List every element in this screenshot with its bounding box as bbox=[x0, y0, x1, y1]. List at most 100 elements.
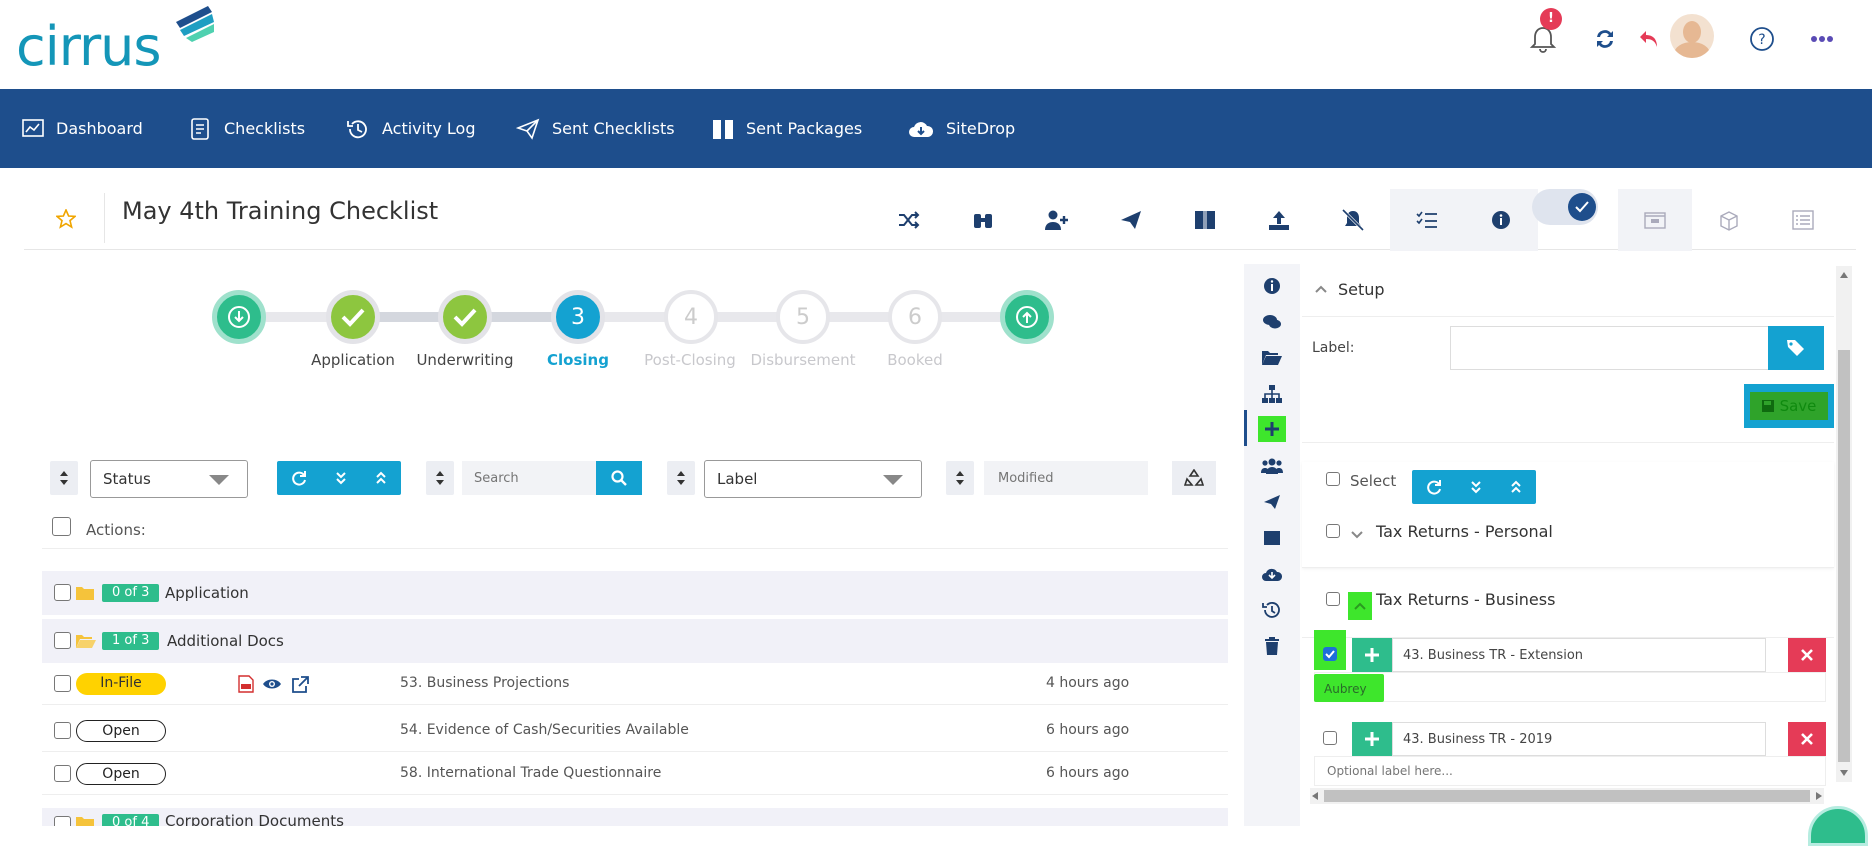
chevron-up-icon[interactable] bbox=[1314, 284, 1328, 294]
avatar[interactable] bbox=[1670, 14, 1714, 58]
folder-row-corporation-documents[interactable]: 0 of 4 Corporation Documents bbox=[42, 808, 1228, 826]
add-icon[interactable] bbox=[1258, 416, 1286, 442]
step-disbursement[interactable]: 5 bbox=[776, 290, 830, 344]
label-input[interactable] bbox=[1450, 326, 1770, 370]
step-end[interactable] bbox=[1000, 290, 1054, 344]
sort-modified-icon[interactable] bbox=[946, 461, 974, 495]
step-post-closing[interactable]: 4 bbox=[664, 290, 718, 344]
step-application[interactable] bbox=[326, 290, 380, 344]
modified-input[interactable] bbox=[984, 461, 1148, 495]
scroll-up-icon[interactable] bbox=[1840, 272, 1848, 278]
group-checkbox[interactable] bbox=[1326, 592, 1340, 606]
recycle-button[interactable] bbox=[1172, 461, 1216, 495]
toggle-switch[interactable] bbox=[1532, 189, 1598, 225]
binoculars-icon[interactable] bbox=[946, 189, 1020, 251]
file-row[interactable]: In-File 53. Business Projections 4 hours… bbox=[42, 663, 1228, 705]
info-icon[interactable] bbox=[1260, 274, 1284, 298]
info-icon[interactable] bbox=[1464, 189, 1538, 251]
add-label-button[interactable] bbox=[1352, 722, 1392, 756]
item-checkbox[interactable] bbox=[1323, 731, 1337, 745]
item-checkbox[interactable] bbox=[1323, 647, 1337, 661]
send-icon[interactable] bbox=[1094, 189, 1168, 251]
sort-status-icon[interactable] bbox=[50, 461, 78, 495]
collapse-all-icon[interactable] bbox=[1510, 480, 1522, 494]
expand-all-icon[interactable] bbox=[1470, 480, 1482, 494]
chevron-up-icon[interactable] bbox=[1348, 592, 1372, 620]
nav-sent-packages[interactable]: Sent Packages bbox=[712, 89, 862, 168]
status-badge[interactable]: In-File bbox=[76, 673, 166, 695]
file-name[interactable]: 54. Evidence of Cash/Securities Availabl… bbox=[400, 722, 689, 738]
scroll-right-icon[interactable] bbox=[1816, 792, 1822, 800]
vertical-scrollbar[interactable] bbox=[1836, 266, 1852, 782]
undo-icon[interactable] bbox=[1630, 20, 1668, 58]
file-row[interactable]: Open 58. International Trade Questionnai… bbox=[42, 753, 1228, 795]
nav-sent-checklists[interactable]: Sent Checklists bbox=[516, 89, 675, 168]
sitemap-icon[interactable] bbox=[1260, 382, 1284, 406]
file-checkbox[interactable] bbox=[54, 765, 71, 782]
chevron-down-icon[interactable] bbox=[1350, 530, 1364, 540]
group-checkbox[interactable] bbox=[1326, 524, 1340, 538]
file-name[interactable]: 53. Business Projections bbox=[400, 675, 569, 691]
status-select[interactable]: Status bbox=[90, 460, 248, 498]
comments-icon[interactable] bbox=[1260, 310, 1284, 334]
add-user-icon[interactable] bbox=[1020, 189, 1094, 251]
folder-checkbox[interactable] bbox=[54, 816, 71, 826]
status-badge[interactable]: Open bbox=[76, 763, 166, 785]
remove-button[interactable] bbox=[1788, 638, 1826, 672]
status-badge[interactable]: Open bbox=[76, 720, 166, 742]
save-button[interactable]: Save bbox=[1744, 384, 1834, 428]
favorite-star-icon[interactable] bbox=[56, 209, 76, 229]
select-all-checkbox[interactable] bbox=[52, 517, 71, 536]
nav-checklists[interactable]: Checklists bbox=[190, 89, 305, 168]
users-icon[interactable] bbox=[1260, 454, 1284, 478]
pdf-icon[interactable] bbox=[238, 675, 254, 693]
nav-sitedrop[interactable]: SiteDrop bbox=[908, 89, 1015, 168]
select-all-checkbox[interactable] bbox=[1326, 472, 1340, 486]
scroll-left-icon[interactable] bbox=[1312, 792, 1318, 800]
item-label-value[interactable]: Aubrey bbox=[1314, 674, 1384, 702]
optional-label-input[interactable] bbox=[1314, 756, 1826, 786]
label-select[interactable]: Label bbox=[704, 460, 922, 498]
alert-badge[interactable]: ! bbox=[1540, 8, 1562, 30]
tasks-icon[interactable] bbox=[1390, 189, 1464, 251]
sort-search-icon[interactable] bbox=[426, 461, 454, 495]
expand-all-icon[interactable] bbox=[335, 471, 347, 485]
folder-icon[interactable] bbox=[1618, 189, 1692, 251]
step-underwriting[interactable] bbox=[438, 290, 492, 344]
box-icon[interactable] bbox=[1168, 189, 1242, 251]
more-icon[interactable] bbox=[1803, 20, 1841, 58]
collapse-all-icon[interactable] bbox=[375, 471, 387, 485]
file-checkbox[interactable] bbox=[54, 722, 71, 739]
trash-icon[interactable] bbox=[1260, 634, 1284, 658]
nav-activity-log[interactable]: Activity Log bbox=[346, 89, 476, 168]
package-open-icon[interactable] bbox=[1692, 189, 1766, 251]
box-icon[interactable] bbox=[1260, 526, 1284, 550]
logo[interactable]: cirrus bbox=[16, 20, 162, 74]
nav-dashboard[interactable]: Dashboard bbox=[22, 89, 143, 168]
scroll-down-icon[interactable] bbox=[1840, 770, 1848, 776]
folder-checkbox[interactable] bbox=[54, 632, 71, 649]
tag-button[interactable] bbox=[1768, 326, 1824, 370]
folder-checkbox[interactable] bbox=[54, 584, 71, 601]
list-icon[interactable] bbox=[1766, 189, 1840, 251]
scrollbar-thumb[interactable] bbox=[1838, 350, 1850, 762]
refresh-icon[interactable] bbox=[1426, 479, 1442, 495]
eye-icon[interactable] bbox=[262, 678, 282, 690]
step-start[interactable] bbox=[212, 290, 266, 344]
external-link-icon[interactable] bbox=[291, 676, 309, 694]
send-icon[interactable] bbox=[1260, 490, 1284, 514]
refresh-icon[interactable] bbox=[291, 470, 307, 486]
upload-icon[interactable] bbox=[1242, 189, 1316, 251]
bell-off-icon[interactable] bbox=[1316, 189, 1390, 251]
cloud-download-icon[interactable] bbox=[1260, 562, 1284, 586]
search-button[interactable] bbox=[596, 461, 642, 495]
sync-icon[interactable] bbox=[1586, 20, 1624, 58]
chat-widget[interactable] bbox=[1808, 806, 1868, 846]
step-closing[interactable]: 3 bbox=[551, 290, 605, 344]
search-input[interactable] bbox=[462, 461, 596, 495]
file-name[interactable]: 58. International Trade Questionnaire bbox=[400, 765, 661, 781]
shuffle-icon[interactable] bbox=[872, 189, 946, 251]
step-booked[interactable]: 6 bbox=[888, 290, 942, 344]
horizontal-scrollbar[interactable] bbox=[1310, 788, 1824, 804]
history-icon[interactable] bbox=[1260, 598, 1284, 622]
